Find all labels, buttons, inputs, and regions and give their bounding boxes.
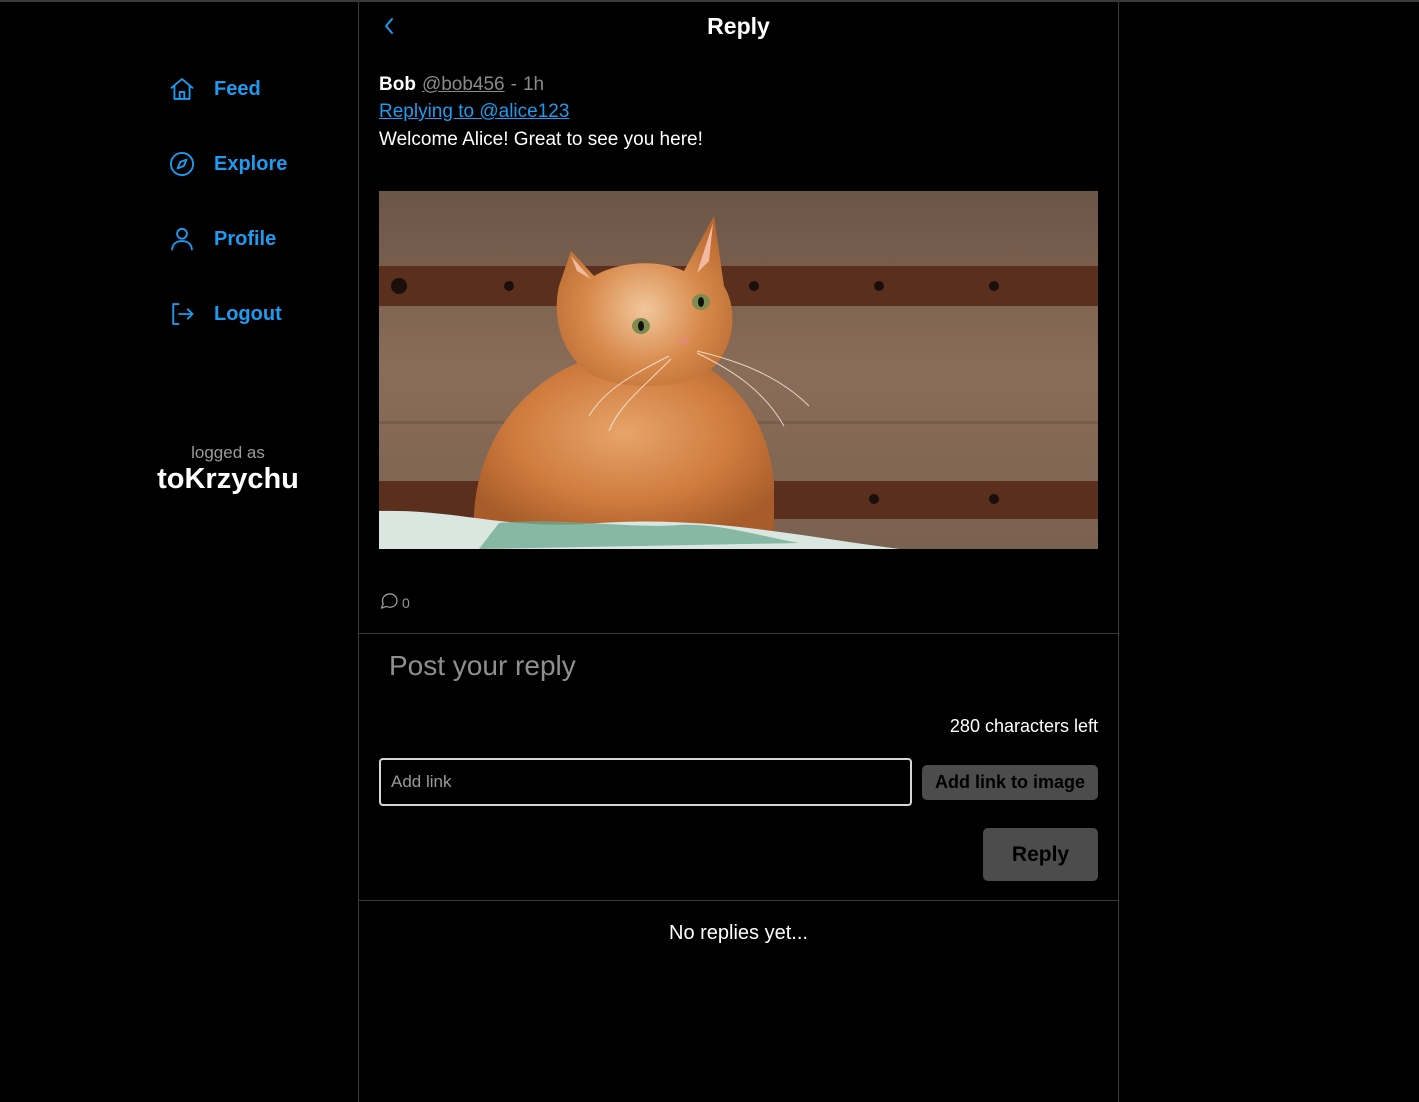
comment-icon <box>380 593 398 609</box>
no-replies-text: No replies yet... <box>669 922 808 944</box>
post-meta: Bob @bob456-1h <box>379 74 544 96</box>
sidebar-item-label: Logout <box>214 302 282 325</box>
sidebar-item-label: Feed <box>214 77 261 100</box>
sidebar-item-logout[interactable]: Logout <box>167 299 282 329</box>
divider <box>359 633 1118 634</box>
compass-icon <box>167 149 197 179</box>
user-icon <box>167 224 197 254</box>
post-handle[interactable]: @bob456 <box>422 74 505 95</box>
post-image[interactable] <box>379 191 1098 549</box>
home-icon <box>167 74 197 104</box>
characters-left: 280 characters left <box>949 716 1098 736</box>
logout-icon <box>167 299 197 329</box>
reply-button[interactable]: Reply <box>983 828 1098 881</box>
sidebar-item-label: Profile <box>214 227 277 250</box>
divider <box>359 900 1118 901</box>
sidebar-item-explore[interactable]: Explore <box>167 149 287 179</box>
reply-count[interactable]: 0 <box>379 591 410 611</box>
orange-cat-photo <box>379 191 1098 549</box>
reply-count-value: 0 <box>402 595 410 611</box>
add-link-to-image-button[interactable]: Add link to image <box>922 765 1098 800</box>
main-column: Reply Bob @bob456-1h Replying to @alice12… <box>358 2 1119 1102</box>
replying-to-link[interactable]: Replying to @alice123 <box>379 101 569 123</box>
sidebar-item-label: Explore <box>214 152 288 175</box>
page-title: Reply <box>707 13 770 39</box>
add-link-input[interactable] <box>379 758 912 806</box>
reply-textarea[interactable] <box>379 650 1108 700</box>
post-time: 1h <box>522 74 545 95</box>
sidebar-item-feed[interactable]: Feed <box>167 74 261 104</box>
meta-separator: - <box>510 74 517 95</box>
sidebar-item-profile[interactable]: Profile <box>167 224 276 254</box>
post-author[interactable]: Bob <box>379 74 416 95</box>
post-text: Welcome Alice! Great to see you here! <box>379 129 703 150</box>
sidebar: Feed Explore Profile Logout logged as to… <box>0 0 358 1102</box>
